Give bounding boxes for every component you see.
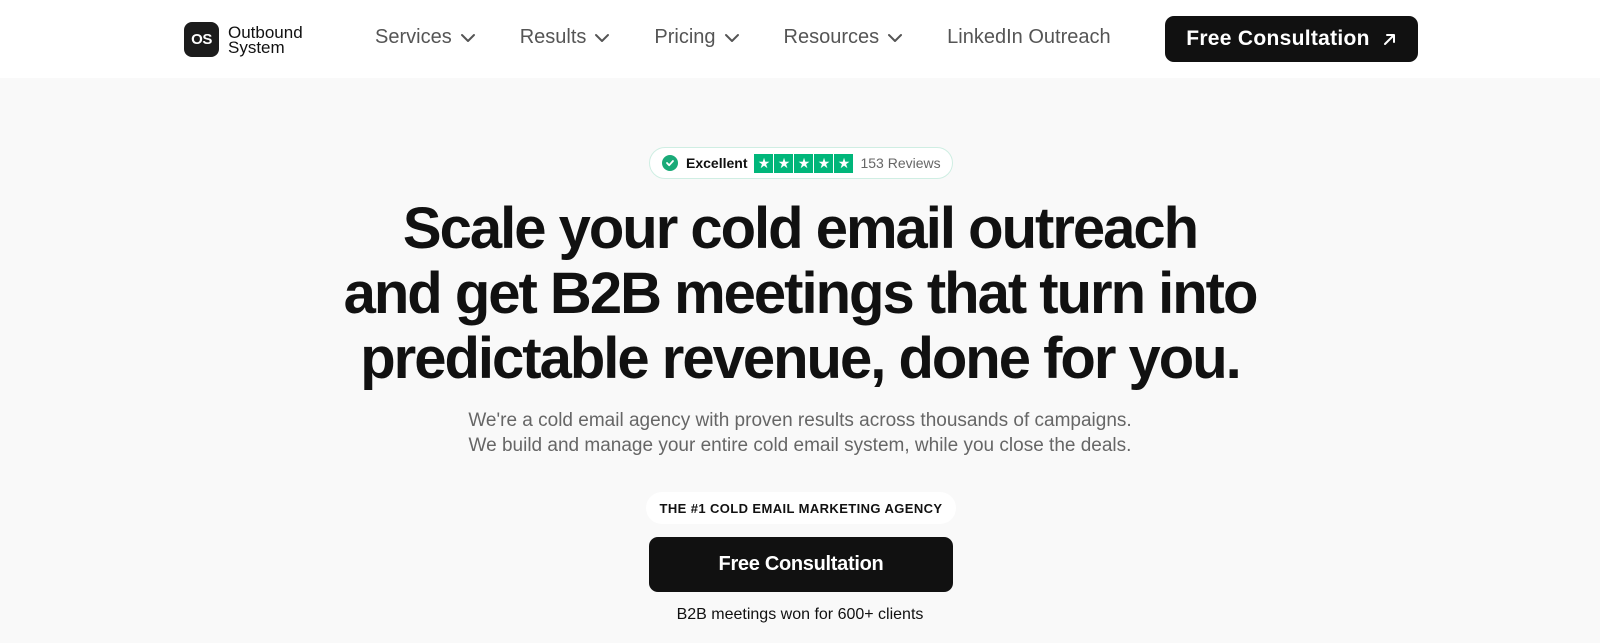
star-rating: ★ ★ ★ ★ ★: [754, 153, 854, 173]
nav-item-services[interactable]: Services: [375, 26, 476, 49]
nav-item-label: Pricing: [654, 26, 716, 48]
star-icon: ★: [754, 153, 774, 173]
logo-line-2: System: [228, 37, 285, 57]
trust-rating-badge[interactable]: Excellent ★ ★ ★ ★ ★ 153 Reviews: [649, 147, 953, 179]
review-count: 153 Reviews: [860, 155, 941, 171]
hero-subtitle: We're a cold email agency with proven re…: [400, 408, 1200, 458]
arrow-up-right-icon: [1383, 33, 1395, 45]
hero-title-line-2: and get B2B meetings that turn into: [343, 261, 1259, 326]
nav-item-pricing[interactable]: Pricing: [654, 26, 739, 49]
chevron-down-icon: [460, 33, 475, 42]
hero-title-line-1: Scale your cold email outreach: [402, 196, 1199, 261]
hero-title-line-3: predictable revenue, done for you.: [360, 326, 1242, 391]
free-consultation-hero-button[interactable]: Free Consultation: [649, 537, 953, 592]
chevron-down-icon: [888, 33, 903, 42]
nav-item-results[interactable]: Results: [520, 26, 611, 49]
nav-item-label: LinkedIn Outreach: [947, 26, 1111, 48]
logo-mark: OS: [184, 22, 219, 57]
nav-item-label: Resources: [783, 26, 880, 48]
hero-subtitle-line-2: We build and manage your entire cold ema…: [468, 435, 1132, 456]
free-consultation-nav-button[interactable]: Free Consultation: [1165, 16, 1418, 62]
star-icon: ★: [814, 153, 834, 173]
logo-wordmark: Outbound System: [228, 24, 303, 57]
check-circle-icon: [662, 155, 678, 171]
star-icon: ★: [774, 153, 794, 173]
logo[interactable]: OS Outbound System: [184, 22, 303, 57]
nav-links: Services Results Pricing Resources Linke…: [375, 26, 1155, 49]
nav-item-resources[interactable]: Resources: [784, 26, 904, 49]
nav-item-label: Results: [519, 26, 587, 48]
agency-tagline-pill: THE #1 COLD EMAIL MARKETING AGENCY: [646, 492, 956, 524]
star-icon: ★: [794, 153, 814, 173]
nav-item-linkedin-outreach[interactable]: LinkedIn Outreach: [947, 26, 1110, 49]
clients-note: B2B meetings won for 600+ clients: [676, 606, 924, 623]
hero-title: Scale your cold email outreach and get B…: [300, 196, 1300, 391]
star-icon: ★: [834, 153, 854, 173]
chevron-down-icon: [595, 33, 610, 42]
nav-item-label: Services: [375, 26, 452, 48]
hero-subtitle-line-1: We're a cold email agency with proven re…: [468, 410, 1132, 431]
rating-label: Excellent: [686, 155, 748, 171]
nav-cta-label: Free Consultation: [1186, 27, 1370, 50]
chevron-down-icon: [724, 33, 739, 42]
top-nav: OS Outbound System Services Results Pric…: [0, 0, 1600, 78]
